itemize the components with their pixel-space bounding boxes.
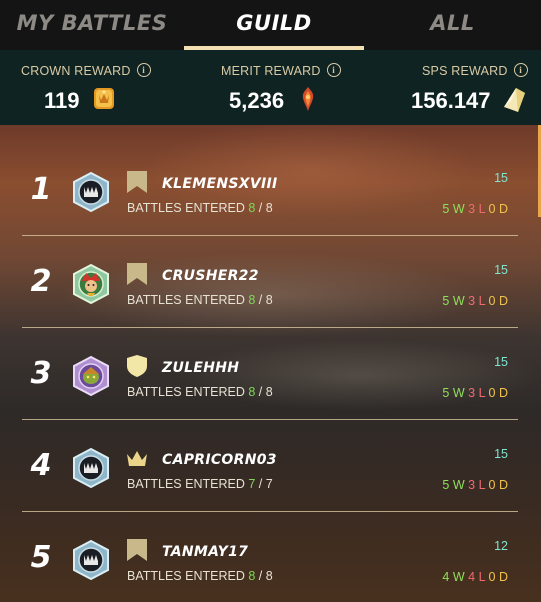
battles-total-count: 7 (265, 477, 273, 491)
crown-icon (127, 451, 147, 466)
rank-number: 2 (30, 264, 52, 299)
merit-reward-label-text: MERIT REWARD (221, 64, 321, 78)
tab-all[interactable]: ALL (364, 0, 541, 48)
draws-count: 0 (488, 294, 496, 308)
goblin-avatar (73, 355, 109, 397)
wins-count: 5 (442, 386, 450, 400)
tab-my-battles[interactable]: MY BATTLES (0, 0, 184, 48)
player-name[interactable]: CAPRICORN03 (162, 452, 277, 468)
list-item[interactable]: 2 CRUSHER22 BATTLES ENTERED 8 / 8 15 5 W… (0, 236, 518, 328)
battles-entered-count: 7 (248, 477, 256, 491)
battles-entered-label: BATTLES ENTERED (127, 293, 245, 307)
battles-entered-count: 8 (248, 385, 256, 399)
merit-reward-label: MERIT REWARD i (221, 63, 341, 78)
merit-icon (302, 87, 314, 111)
rank-number: 5 (30, 540, 52, 575)
losses-count: 3 (468, 386, 476, 400)
tab-guild[interactable]: GUILD (184, 0, 364, 48)
draws-count: 0 (488, 570, 496, 584)
monster-avatar (73, 539, 109, 581)
player-score: 15 (494, 355, 508, 369)
crown-reward: CROWN REWARD i 119 (0, 50, 180, 125)
battles-total-count: 8 (265, 293, 273, 307)
crown-token-icon (94, 88, 114, 109)
losses-count: 3 (468, 294, 476, 308)
draws-count: 0 (488, 478, 496, 492)
battles-entered-label: BATTLES ENTERED (127, 569, 245, 583)
tab-bar: MY BATTLES GUILD ALL (0, 0, 541, 50)
player-name[interactable]: TANMAY17 (162, 544, 248, 560)
leaderboard-list[interactable]: 1 KLEMENSXVIII BATTLES ENTERED 8 / 8 15 … (0, 125, 541, 602)
player-score: 15 (494, 447, 508, 461)
win-loss-draw: 5 W 3 L 0 D (442, 202, 508, 216)
crown-reward-label-text: CROWN REWARD (21, 64, 131, 78)
battles-entered-label: BATTLES ENTERED (127, 477, 245, 491)
sps-reward: SPS REWARD i 156.147 (360, 50, 541, 125)
list-item[interactable]: 1 KLEMENSXVIII BATTLES ENTERED 8 / 8 15 … (0, 144, 518, 236)
battles-total-count: 8 (265, 385, 273, 399)
battles-entered-label: BATTLES ENTERED (127, 201, 245, 215)
list-item[interactable]: 3 ZULEHHH BATTLES ENTERED 8 / 8 15 5 W 3… (0, 328, 518, 420)
list-item[interactable]: 5 TANMAY17 BATTLES ENTERED 8 / 8 12 4 W … (0, 512, 516, 602)
losses-count: 3 (468, 478, 476, 492)
jester-avatar (73, 263, 109, 305)
player-name[interactable]: KLEMENSXVIII (162, 176, 277, 192)
crown-reward-value: 119 (44, 88, 80, 113)
battles-entered-label: BATTLES ENTERED (127, 385, 245, 399)
player-score: 15 (494, 171, 508, 185)
wins-count: 4 (442, 570, 450, 584)
win-loss-draw: 4 W 4 L 0 D (442, 570, 508, 584)
info-icon[interactable]: i (326, 63, 341, 77)
wins-count: 5 (442, 478, 450, 492)
player-score: 15 (494, 263, 508, 277)
sps-reward-label: SPS REWARD i (422, 63, 528, 78)
battles-entered-count: 8 (248, 569, 256, 583)
battles-entered: BATTLES ENTERED 8 / 8 (127, 201, 273, 215)
rewards-bar: CROWN REWARD i 119 MERIT REWARD i 5,236 SP… (0, 50, 541, 125)
list-item[interactable]: 4 CAPRICORN03 BATTLES ENTERED 7 / 7 15 5… (0, 420, 518, 512)
info-icon[interactable]: i (513, 63, 528, 77)
shield-icon (127, 355, 147, 377)
banner-icon (127, 539, 147, 561)
player-name[interactable]: ZULEHHH (162, 360, 239, 376)
monster-avatar (73, 171, 109, 213)
merit-reward: MERIT REWARD i 5,236 (180, 50, 360, 125)
battles-entered: BATTLES ENTERED 8 / 8 (127, 293, 273, 307)
losses-count: 4 (468, 570, 476, 584)
draws-count: 0 (488, 202, 496, 216)
battles-total-count: 8 (265, 569, 273, 583)
draws-count: 0 (488, 386, 496, 400)
crown-reward-label: CROWN REWARD i (21, 63, 151, 78)
battles-total-count: 8 (265, 201, 273, 215)
battles-entered-count: 8 (248, 201, 256, 215)
player-name[interactable]: CRUSHER22 (162, 268, 259, 284)
wins-count: 5 (442, 294, 450, 308)
banner-icon (127, 171, 147, 193)
battles-entered: BATTLES ENTERED 7 / 7 (127, 477, 273, 491)
info-icon[interactable]: i (136, 63, 151, 77)
wins-count: 5 (442, 202, 450, 216)
battles-entered: BATTLES ENTERED 8 / 8 (127, 385, 273, 399)
win-loss-draw: 5 W 3 L 0 D (442, 294, 508, 308)
monster-avatar (73, 447, 109, 489)
rank-number: 1 (30, 172, 52, 207)
sps-reward-value: 156.147 (411, 88, 491, 113)
rank-number: 3 (30, 356, 52, 391)
player-score: 12 (494, 539, 508, 553)
win-loss-draw: 5 W 3 L 0 D (442, 386, 508, 400)
battles-entered-count: 8 (248, 293, 256, 307)
sps-crystal-icon (504, 88, 525, 112)
merit-reward-value: 5,236 (229, 88, 285, 113)
sps-reward-label-text: SPS REWARD (422, 64, 508, 78)
battles-entered: BATTLES ENTERED 8 / 8 (127, 569, 273, 583)
banner-icon (127, 263, 147, 285)
win-loss-draw: 5 W 3 L 0 D (442, 478, 508, 492)
rank-number: 4 (30, 448, 52, 483)
losses-count: 3 (468, 202, 476, 216)
